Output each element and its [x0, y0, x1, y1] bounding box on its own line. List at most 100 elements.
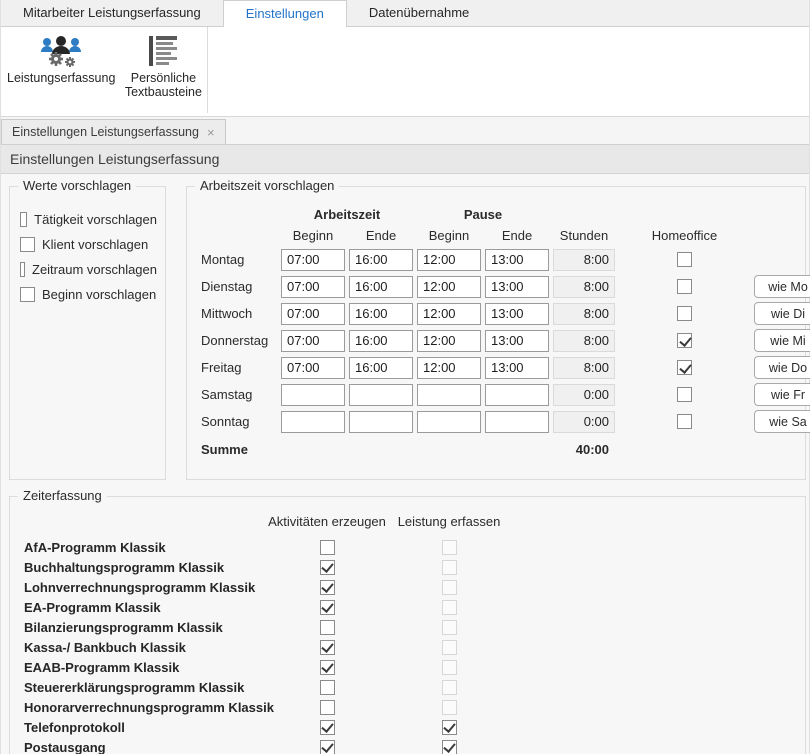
- group-title: Zeiterfassung: [18, 488, 107, 503]
- summe-label: Summe: [201, 442, 277, 457]
- aktivitaeten-erzeugen-checkbox[interactable]: [320, 560, 335, 575]
- arbeitszeit-beginn-input[interactable]: [281, 330, 345, 352]
- pause-column-group-header: Pause: [417, 207, 549, 222]
- option-row: Tätigkeit vorschlagen: [20, 207, 157, 232]
- arbeitszeit-ende-input[interactable]: [349, 384, 413, 406]
- day-label: Samstag: [201, 387, 277, 402]
- stunden-field: [553, 384, 615, 406]
- arbeitszeit-beginn-input[interactable]: [281, 303, 345, 325]
- arbeitszeit-ende-input[interactable]: [349, 303, 413, 325]
- klient-vorschlagen-checkbox[interactable]: [20, 237, 35, 252]
- wie-sa-button[interactable]: wie Sa: [754, 410, 810, 433]
- aktivitaeten-erzeugen-checkbox[interactable]: [320, 600, 335, 615]
- ribbon-tab-einstellungen[interactable]: Einstellungen: [223, 0, 347, 27]
- homeoffice-checkbox[interactable]: [677, 333, 692, 348]
- arbeitszeit-beginn-input[interactable]: [281, 249, 345, 271]
- arbeitszeit-ende-input[interactable]: [349, 276, 413, 298]
- close-icon[interactable]: ×: [207, 126, 215, 139]
- day-label: Donnerstag: [201, 333, 277, 348]
- leistung-erfassen-checkbox[interactable]: [442, 720, 457, 735]
- zeiterfassung-row-ea: EA-Programm Klassik: [24, 597, 805, 617]
- wie-di-button[interactable]: wie Di: [754, 302, 810, 325]
- summe-value: 40:00: [553, 442, 615, 457]
- pause-beginn-input[interactable]: [417, 357, 481, 379]
- aktivitaeten-erzeugen-checkbox[interactable]: [320, 660, 335, 675]
- pause-ende-input[interactable]: [485, 249, 549, 271]
- aktivitaeten-erzeugen-checkbox[interactable]: [320, 700, 335, 715]
- ribbon-tab-bar: Mitarbeiter Leistungserfassung Einstellu…: [1, 0, 809, 27]
- main-content: Werte vorschlagen Tätigkeit vorschlagen …: [1, 174, 809, 753]
- leistung-erfassen-checkbox: [442, 620, 457, 635]
- table-group-header-row: Arbeitszeit Pause: [201, 203, 805, 225]
- ribbon-tab-mitarbeiter-leistungserfassung[interactable]: Mitarbeiter Leistungserfassung: [1, 0, 223, 26]
- pause-ende-input[interactable]: [485, 357, 549, 379]
- arbeitszeit-beginn-input[interactable]: [281, 276, 345, 298]
- table-row-dienstag: Dienstag wie Mo: [201, 273, 805, 300]
- pause-ende-input[interactable]: [485, 330, 549, 352]
- leistungserfassung-button[interactable]: Leistungserfassung: [3, 31, 119, 87]
- pause-beginn-input[interactable]: [417, 276, 481, 298]
- arbeitszeit-ende-input[interactable]: [349, 330, 413, 352]
- homeoffice-checkbox[interactable]: [677, 387, 692, 402]
- arbeitszeit-ende-input[interactable]: [349, 411, 413, 433]
- people-gears-icon: [39, 33, 83, 69]
- pause-ende-input[interactable]: [485, 303, 549, 325]
- aktivitaeten-erzeugen-checkbox[interactable]: [320, 640, 335, 655]
- arbeitszeit-beginn-input[interactable]: [281, 384, 345, 406]
- arbeitszeit-ende-input[interactable]: [349, 249, 413, 271]
- program-label: Buchhaltungsprogramm Klassik: [24, 560, 266, 575]
- aktivitaeten-erzeugen-checkbox[interactable]: [320, 720, 335, 735]
- program-label: Lohnverrechnungsprogramm Klassik: [24, 580, 266, 595]
- persoenliche-textbausteine-button[interactable]: Persönliche Textbausteine: [119, 31, 207, 101]
- wie-mo-button[interactable]: wie Mo: [754, 275, 810, 298]
- table-row-sonntag: Sonntag wie Sa: [201, 408, 805, 435]
- arbeitszeit-ende-input[interactable]: [349, 357, 413, 379]
- homeoffice-checkbox[interactable]: [677, 360, 692, 375]
- homeoffice-checkbox[interactable]: [677, 252, 692, 267]
- wie-do-button[interactable]: wie Do: [754, 356, 810, 379]
- table-row-samstag: Samstag wie Fr: [201, 381, 805, 408]
- stunden-field: [553, 357, 615, 379]
- leistung-erfassen-checkbox[interactable]: [442, 740, 457, 754]
- day-label: Sonntag: [201, 414, 277, 429]
- aktivitaeten-erzeugen-checkbox[interactable]: [320, 540, 335, 555]
- zeitraum-vorschlagen-checkbox[interactable]: [20, 262, 25, 277]
- pause-beginn-input[interactable]: [417, 303, 481, 325]
- pause-beginn-input[interactable]: [417, 411, 481, 433]
- homeoffice-checkbox[interactable]: [677, 279, 692, 294]
- arbeitszeit-beginn-input[interactable]: [281, 411, 345, 433]
- aktivitaeten-erzeugen-checkbox[interactable]: [320, 620, 335, 635]
- pause-ende-input[interactable]: [485, 411, 549, 433]
- program-label: Honorarverrechnungsprogramm Klassik: [24, 700, 266, 715]
- ribbon-tab-datenuebernahme[interactable]: Datenübernahme: [347, 0, 491, 26]
- aktivitaeten-erzeugen-checkbox[interactable]: [320, 580, 335, 595]
- zeiterfassung-row-lohnverrechnung: Lohnverrechnungsprogramm Klassik: [24, 577, 805, 597]
- arbeitszeit-beginn-input[interactable]: [281, 357, 345, 379]
- pause-beginn-input[interactable]: [417, 384, 481, 406]
- day-label: Freitag: [201, 360, 277, 375]
- option-row: Klient vorschlagen: [20, 232, 157, 257]
- beginn-vorschlagen-checkbox[interactable]: [20, 287, 35, 302]
- zeiterfassung-row-afa: AfA-Programm Klassik: [24, 537, 805, 557]
- homeoffice-checkbox[interactable]: [677, 306, 692, 321]
- program-label: AfA-Programm Klassik: [24, 540, 266, 555]
- table-row-donnerstag: Donnerstag wie Mi: [201, 327, 805, 354]
- document-tab-einstellungen-leistungserfassung[interactable]: Einstellungen Leistungserfassung ×: [1, 119, 226, 144]
- zeiterfassung-row-honorarverrechnung: Honorarverrechnungsprogramm Klassik: [24, 697, 805, 717]
- leistung-erfassen-checkbox: [442, 700, 457, 715]
- leistung-erfassen-checkbox: [442, 680, 457, 695]
- group-title: Arbeitszeit vorschlagen: [195, 178, 339, 193]
- wie-fr-button[interactable]: wie Fr: [754, 383, 810, 406]
- pause-beginn-input[interactable]: [417, 330, 481, 352]
- pause-beginn-input[interactable]: [417, 249, 481, 271]
- pause-ende-input[interactable]: [485, 384, 549, 406]
- homeoffice-checkbox[interactable]: [677, 414, 692, 429]
- aktivitaeten-erzeugen-checkbox[interactable]: [320, 740, 335, 754]
- option-label: Zeitraum vorschlagen: [32, 262, 157, 277]
- stunden-field: [553, 303, 615, 325]
- wie-mi-button[interactable]: wie Mi: [754, 329, 810, 352]
- aktivitaeten-erzeugen-checkbox[interactable]: [320, 680, 335, 695]
- pause-ende-input[interactable]: [485, 276, 549, 298]
- zeiterfassung-row-eaab: EAAB-Programm Klassik: [24, 657, 805, 677]
- taetigkeit-vorschlagen-checkbox[interactable]: [20, 212, 27, 227]
